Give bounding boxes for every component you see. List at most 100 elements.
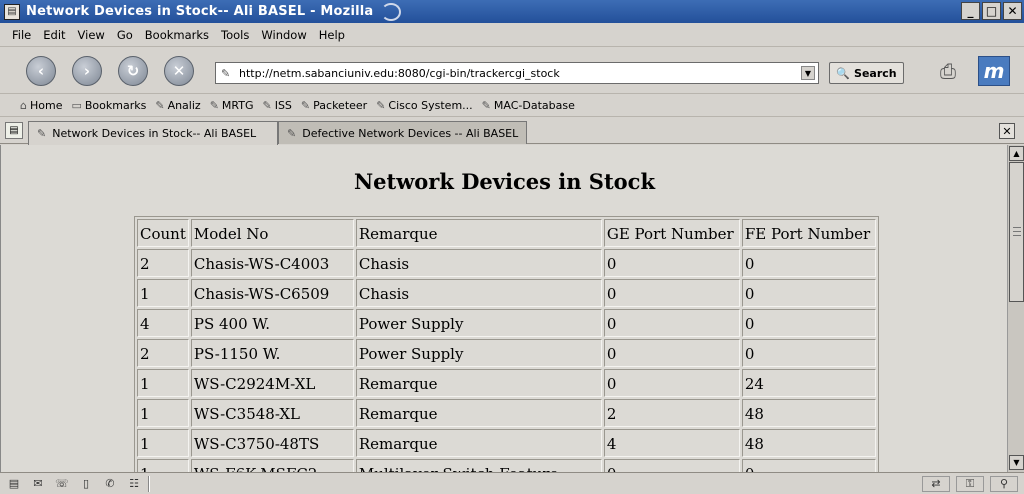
- table-cell: 48: [741, 399, 876, 427]
- tab-label: Defective Network Devices -- Ali BASEL: [302, 126, 519, 140]
- menu-bar: File Edit View Go Bookmarks Tools Window…: [0, 23, 1024, 47]
- back-button[interactable]: ‹: [26, 56, 56, 86]
- bookmark-cisco[interactable]: ✎ Cisco System...: [376, 99, 472, 112]
- table-cell: Chasis-WS-C4003: [190, 249, 354, 277]
- table-cell: 0: [741, 309, 876, 337]
- online-status-icon[interactable]: ⇄: [922, 475, 950, 492]
- table-cell: Chasis: [355, 279, 602, 307]
- menu-view[interactable]: View: [78, 28, 105, 42]
- bookmark-icon: ✎: [300, 99, 311, 112]
- close-tab-button[interactable]: ✕: [999, 123, 1015, 139]
- table-cell: 0: [603, 459, 740, 472]
- bookmark-analiz[interactable]: ✎ Analiz: [155, 99, 200, 112]
- privacy-icon[interactable]: ⚿: [956, 475, 984, 492]
- print-icon[interactable]: ⎙: [930, 56, 966, 86]
- navigator-icon[interactable]: ▤: [4, 476, 24, 492]
- table-cell: Power Supply: [355, 339, 602, 367]
- bookmark-packeteer[interactable]: ✎ Packeteer: [301, 99, 367, 112]
- url-dropdown-icon[interactable]: ▼: [801, 66, 815, 80]
- table-cell: 0: [603, 279, 740, 307]
- mozilla-throbber-icon[interactable]: m: [978, 56, 1010, 86]
- bookmark-label: MAC-Database: [493, 99, 575, 112]
- reload-button[interactable]: ↻: [118, 56, 148, 86]
- table-row: 1 WS-C2924M-XL Remarque 0 24: [137, 369, 876, 397]
- table-cell: 0: [603, 369, 740, 397]
- table-cell: 0: [741, 339, 876, 367]
- table-cell: 2: [137, 249, 189, 277]
- chat-icon[interactable]: ☏: [52, 476, 72, 492]
- menu-file[interactable]: File: [12, 28, 31, 42]
- bookmark-mrtg[interactable]: ✎ MRTG: [210, 99, 254, 112]
- column-header: GE Port Number: [603, 219, 740, 247]
- app-icon: ▤: [4, 3, 20, 20]
- scrollbar-thumb[interactable]: [1009, 162, 1024, 302]
- vertical-scrollbar[interactable]: ▲ ▼: [1007, 145, 1024, 472]
- table-cell: 2: [603, 399, 740, 427]
- bookmark-label: Analiz: [167, 99, 201, 112]
- window-title-bar: ▤ Network Devices in Stock-- Ali BASEL -…: [0, 0, 1024, 23]
- table-cell: WS-C3548-XL: [190, 399, 354, 427]
- composer-icon[interactable]: ▯: [76, 476, 96, 492]
- bookmark-bookmarks[interactable]: ▭ Bookmarks: [71, 99, 146, 112]
- stock-table: Count Model No Remarque GE Port Number FE Po…: [134, 216, 879, 472]
- menu-tools[interactable]: Tools: [221, 28, 249, 42]
- menu-go[interactable]: Go: [117, 28, 133, 42]
- stop-button[interactable]: ✕: [164, 56, 194, 86]
- irc-icon[interactable]: ☷: [124, 476, 144, 492]
- table-cell: 4: [137, 309, 189, 337]
- bookmark-label: ISS: [274, 99, 292, 112]
- table-cell: 0: [603, 249, 740, 277]
- url-input[interactable]: [239, 66, 799, 80]
- forward-button[interactable]: ›: [72, 56, 102, 86]
- bookmark-home[interactable]: ⌂ Home: [20, 99, 62, 112]
- address-book-icon[interactable]: ✆: [100, 476, 120, 492]
- bookmark-mac-database[interactable]: ✎ MAC-Database: [482, 99, 575, 112]
- page-content: Network Devices in Stock Count Model No Re…: [0, 145, 1007, 472]
- new-tab-icon[interactable]: ▤: [5, 122, 23, 139]
- table-cell: 0: [603, 309, 740, 337]
- bookmark-iss[interactable]: ✎ ISS: [262, 99, 291, 112]
- table-cell: WS-C3750-48TS: [190, 429, 354, 457]
- table-row: 1 Chasis-WS-C6509 Chasis 0 0: [137, 279, 876, 307]
- table-cell: 48: [741, 429, 876, 457]
- page-icon: ✎: [37, 127, 47, 140]
- menu-help[interactable]: Help: [319, 28, 345, 42]
- table-cell: 1: [137, 369, 189, 397]
- column-header: Remarque: [355, 219, 602, 247]
- security-lock-icon: ⚲: [990, 475, 1018, 492]
- tab-network-devices-in-stock[interactable]: ✎ Network Devices in Stock-- Ali BASEL: [28, 121, 278, 145]
- menu-window[interactable]: Window: [261, 28, 306, 42]
- scroll-down-arrow-icon[interactable]: ▼: [1009, 455, 1024, 470]
- minimize-button[interactable]: _: [961, 2, 980, 20]
- reload-icon: ↻: [126, 62, 140, 80]
- table-row: 2 PS-1150 W. Power Supply 0 0: [137, 339, 876, 367]
- close-window-button[interactable]: ✕: [1003, 2, 1022, 20]
- table-row: 2 Chasis-WS-C4003 Chasis 0 0: [137, 249, 876, 277]
- table-row: 1WS-F6K-MSFC2Multilayer Switch Feature00: [137, 459, 876, 472]
- table-row: 4 PS 400 W. Power Supply 0 0: [137, 309, 876, 337]
- window-title: Network Devices in Stock-- Ali BASEL - M…: [26, 4, 374, 19]
- page-heading: Network Devices in Stock: [353, 169, 656, 194]
- bookmark-icon: ✎: [155, 99, 165, 112]
- bookmark-label: Bookmarks: [84, 99, 147, 112]
- tab-defective-network-devices[interactable]: ✎ Defective Network Devices -- Ali BASEL: [278, 121, 527, 144]
- status-bar: ▤ ✉ ☏ ▯ ✆ ☷ ⇄ ⚿ ⚲: [0, 472, 1024, 494]
- menu-bookmarks[interactable]: Bookmarks: [145, 28, 209, 42]
- table-cell: 2: [137, 339, 189, 367]
- bookmark-icon: ✎: [481, 99, 491, 112]
- menu-edit[interactable]: Edit: [43, 28, 65, 42]
- search-button[interactable]: 🔍 Search: [829, 62, 904, 84]
- forward-arrow-icon: ›: [83, 62, 91, 80]
- table-cell: 1: [137, 279, 189, 307]
- maximize-button[interactable]: □: [982, 2, 1001, 20]
- mozilla-swirl-icon: [381, 2, 402, 21]
- table-row: 1 WS-C3548-XL Remarque 2 48: [137, 399, 876, 427]
- scroll-up-arrow-icon[interactable]: ▲: [1009, 146, 1024, 161]
- table-cell: 0: [741, 279, 876, 307]
- url-bar[interactable]: ✎ ▼: [215, 62, 819, 84]
- table-cell: 4: [603, 429, 740, 457]
- table-cell: PS-1150 W.: [190, 339, 354, 367]
- mail-icon[interactable]: ✉: [28, 476, 48, 492]
- bookmark-icon: ✎: [376, 99, 386, 112]
- bookmark-label: MRTG: [221, 99, 254, 112]
